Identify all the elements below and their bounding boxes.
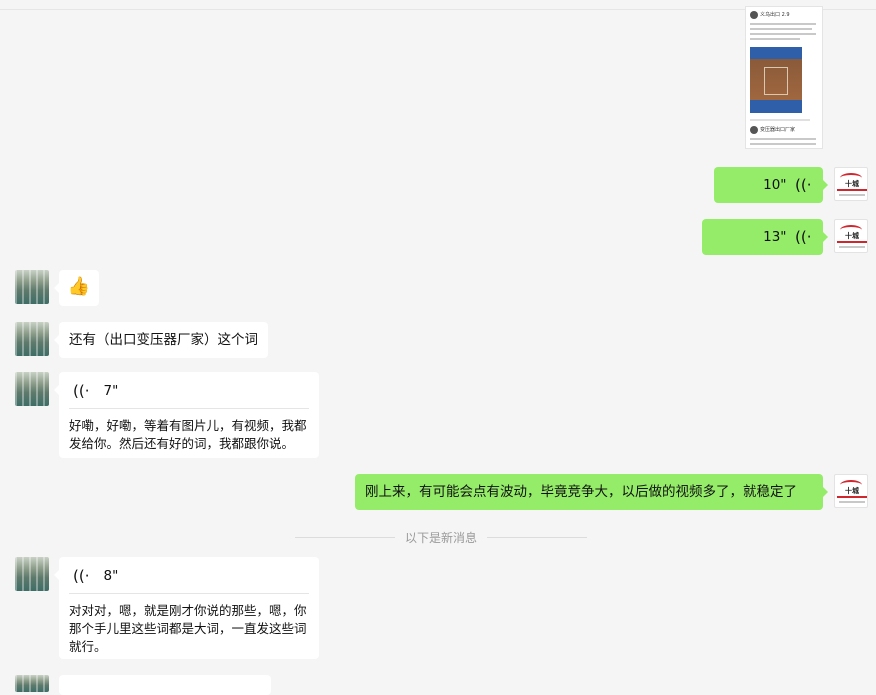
voice-duration: 10" xyxy=(763,177,787,193)
text-message-out[interactable]: 刚上来，有可能会点有波动，毕竟竞争大，以后做的视频多了，就稳定了 xyxy=(355,474,828,510)
text-message-in[interactable]: 还有（出口变压器厂家）这个词 xyxy=(54,322,268,358)
post-avatar xyxy=(750,11,758,19)
voice-message-out[interactable]: 13" ·)) xyxy=(702,219,828,255)
voice-message-out[interactable]: 10" ·)) xyxy=(714,167,828,203)
voice-wave-icon: ((· xyxy=(73,382,90,400)
voice-wave-icon: ·)) xyxy=(794,176,811,194)
my-avatar[interactable]: 十城 xyxy=(834,167,868,201)
thumbs-up-icon: 👍 xyxy=(67,276,91,297)
voice-transcript: 对对对，嗯，就是刚才你说的那些，嗯，你那个手儿里这些词都是大词，一直发这些词就行… xyxy=(69,603,307,654)
thumbs-up-message[interactable]: 👍 xyxy=(54,270,99,306)
contact-avatar[interactable] xyxy=(15,557,49,591)
voice-duration: 7" xyxy=(103,383,119,399)
voice-duration: 8" xyxy=(103,568,119,584)
new-messages-separator: 以下是新消息 xyxy=(295,527,588,547)
my-avatar[interactable]: 十城 xyxy=(834,474,868,508)
post-company: 变压器出口厂家 xyxy=(760,127,796,133)
contact-avatar[interactable] xyxy=(15,270,49,304)
separator-label: 以下是新消息 xyxy=(405,530,478,545)
post-author: 义乌出口 2.9 xyxy=(760,12,790,18)
voice-wave-icon: ((· xyxy=(73,567,90,585)
voice-wave-icon: ·)) xyxy=(794,228,811,246)
my-avatar[interactable]: 十城 xyxy=(834,219,868,253)
shared-screenshot-image[interactable]: 义乌出口 2.9 变压器出口厂家 xyxy=(745,6,823,149)
voice-message-in[interactable]: ((· 7" 好嘞，好嘞，等着有图片儿，有视频，我都发给你。然后还有好的词，我都… xyxy=(54,372,319,458)
contact-avatar[interactable] xyxy=(15,675,49,692)
contact-avatar[interactable] xyxy=(15,322,49,356)
voice-message-in[interactable]: ((· 8" 对对对，嗯，就是刚才你说的那些，嗯，你那个手儿里这些词都是大词，一… xyxy=(54,557,319,659)
voice-transcript: 好嘞，好嘞，等着有图片儿，有视频，我都发给你。然后还有好的词，我都跟你说。 xyxy=(69,418,307,451)
contact-avatar[interactable] xyxy=(15,372,49,406)
post-photo xyxy=(750,47,802,113)
message-text: 刚上来，有可能会点有波动，毕竟竞争大，以后做的视频多了，就稳定了 xyxy=(365,484,797,500)
partial-message-in[interactable] xyxy=(59,675,271,695)
post-avatar-2 xyxy=(750,126,758,134)
message-text: 还有（出口变压器厂家）这个词 xyxy=(69,332,258,348)
voice-duration: 13" xyxy=(763,229,787,245)
